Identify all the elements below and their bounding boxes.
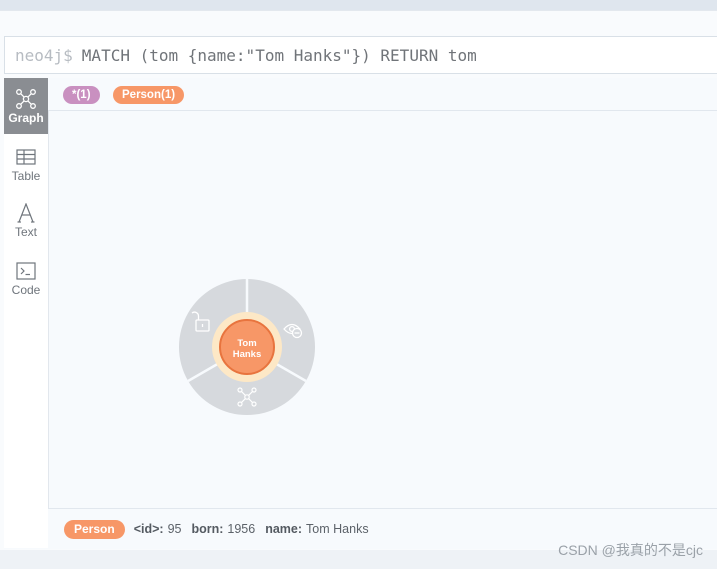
prop-name-key: name: bbox=[265, 522, 303, 536]
graph-canvas[interactable]: Tom Hanks bbox=[48, 111, 717, 508]
table-icon bbox=[16, 145, 36, 169]
person-label-badge[interactable]: Person(1) bbox=[113, 86, 185, 104]
tab-code-label: Code bbox=[11, 283, 41, 297]
tab-table[interactable]: Table bbox=[4, 136, 48, 192]
code-icon bbox=[16, 259, 36, 283]
prop-id-value: 95 bbox=[167, 522, 182, 536]
prop-born-key: born: bbox=[191, 522, 224, 536]
node-label-badge[interactable]: Person bbox=[64, 519, 125, 539]
node-caption-line1: Tom bbox=[237, 338, 256, 349]
tab-text[interactable]: Text bbox=[4, 192, 48, 248]
query-text[interactable]: MATCH (tom {name:"Tom Hanks"}) RETURN to… bbox=[82, 46, 477, 65]
graph-icon bbox=[15, 87, 37, 111]
query-prompt: neo4j$ bbox=[15, 45, 73, 65]
tab-table-label: Table bbox=[11, 169, 41, 183]
all-labels-badge[interactable]: *(1) bbox=[63, 86, 100, 104]
tab-graph-label: Graph bbox=[8, 111, 44, 125]
prop-born-value: 1956 bbox=[227, 522, 256, 536]
tab-text-label: Text bbox=[14, 225, 37, 239]
graph-svg: Tom Hanks bbox=[178, 279, 316, 416]
watermark: CSDN @我真的不是cjc bbox=[558, 542, 703, 558]
labels-bar: *(1) Person(1) bbox=[48, 78, 717, 111]
tab-graph[interactable]: Graph bbox=[4, 78, 48, 134]
tab-code[interactable]: Code bbox=[4, 250, 48, 306]
node-caption-line2: Hanks bbox=[233, 349, 262, 360]
text-icon bbox=[17, 201, 35, 225]
prop-id-key: <id>: bbox=[133, 522, 164, 536]
view-sidebar: Graph Table Text Code bbox=[4, 78, 49, 548]
query-editor[interactable]: neo4j$ MATCH (tom {name:"Tom Hanks"}) RE… bbox=[4, 36, 717, 74]
prop-name-value: Tom Hanks bbox=[306, 522, 369, 536]
